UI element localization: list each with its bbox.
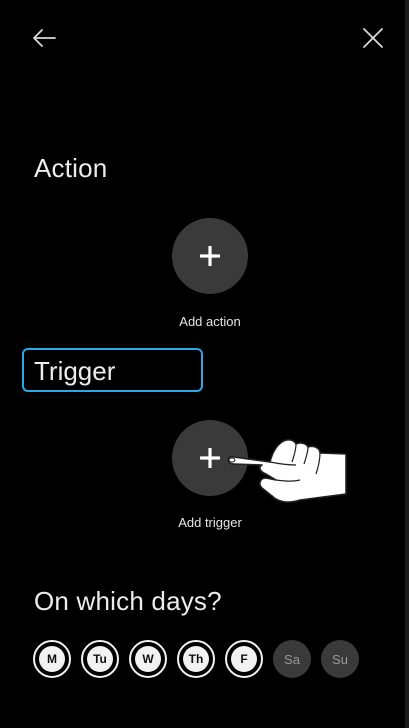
arrow-left-icon [33, 29, 56, 47]
day-sunday[interactable]: Su [321, 640, 359, 678]
day-saturday[interactable]: Sa [273, 640, 311, 678]
days-title: On which days? [34, 586, 222, 616]
trigger-title-field[interactable]: Trigger [22, 348, 203, 392]
back-button[interactable] [22, 16, 66, 60]
day-friday[interactable]: F [225, 640, 263, 678]
add-action-button[interactable] [172, 218, 248, 294]
day-thursday[interactable]: Th [177, 640, 215, 678]
hand-pointer-icon [227, 439, 347, 503]
trigger-title: Trigger [34, 356, 116, 386]
day-label: M [39, 646, 65, 672]
day-monday[interactable]: M [33, 640, 71, 678]
action-title: Action [34, 153, 108, 183]
screen-edge [405, 0, 409, 728]
close-icon [363, 28, 383, 48]
plus-icon [200, 246, 220, 266]
day-label: Sa [284, 651, 300, 667]
day-label: Su [332, 651, 348, 667]
add-action-label: Add action [179, 314, 241, 329]
day-label: Tu [87, 646, 113, 672]
automation-screen: Action Add action Trigger Add trigger On… [0, 0, 409, 728]
plus-icon [200, 448, 220, 468]
day-label: F [231, 646, 257, 672]
day-label: Th [183, 646, 209, 672]
close-button[interactable] [351, 16, 395, 60]
day-tuesday[interactable]: Tu [81, 640, 119, 678]
add-trigger-label: Add trigger [178, 515, 242, 530]
day-wednesday[interactable]: W [129, 640, 167, 678]
day-selector: M Tu W Th F Sa Su [33, 640, 359, 678]
day-label: W [135, 646, 161, 672]
